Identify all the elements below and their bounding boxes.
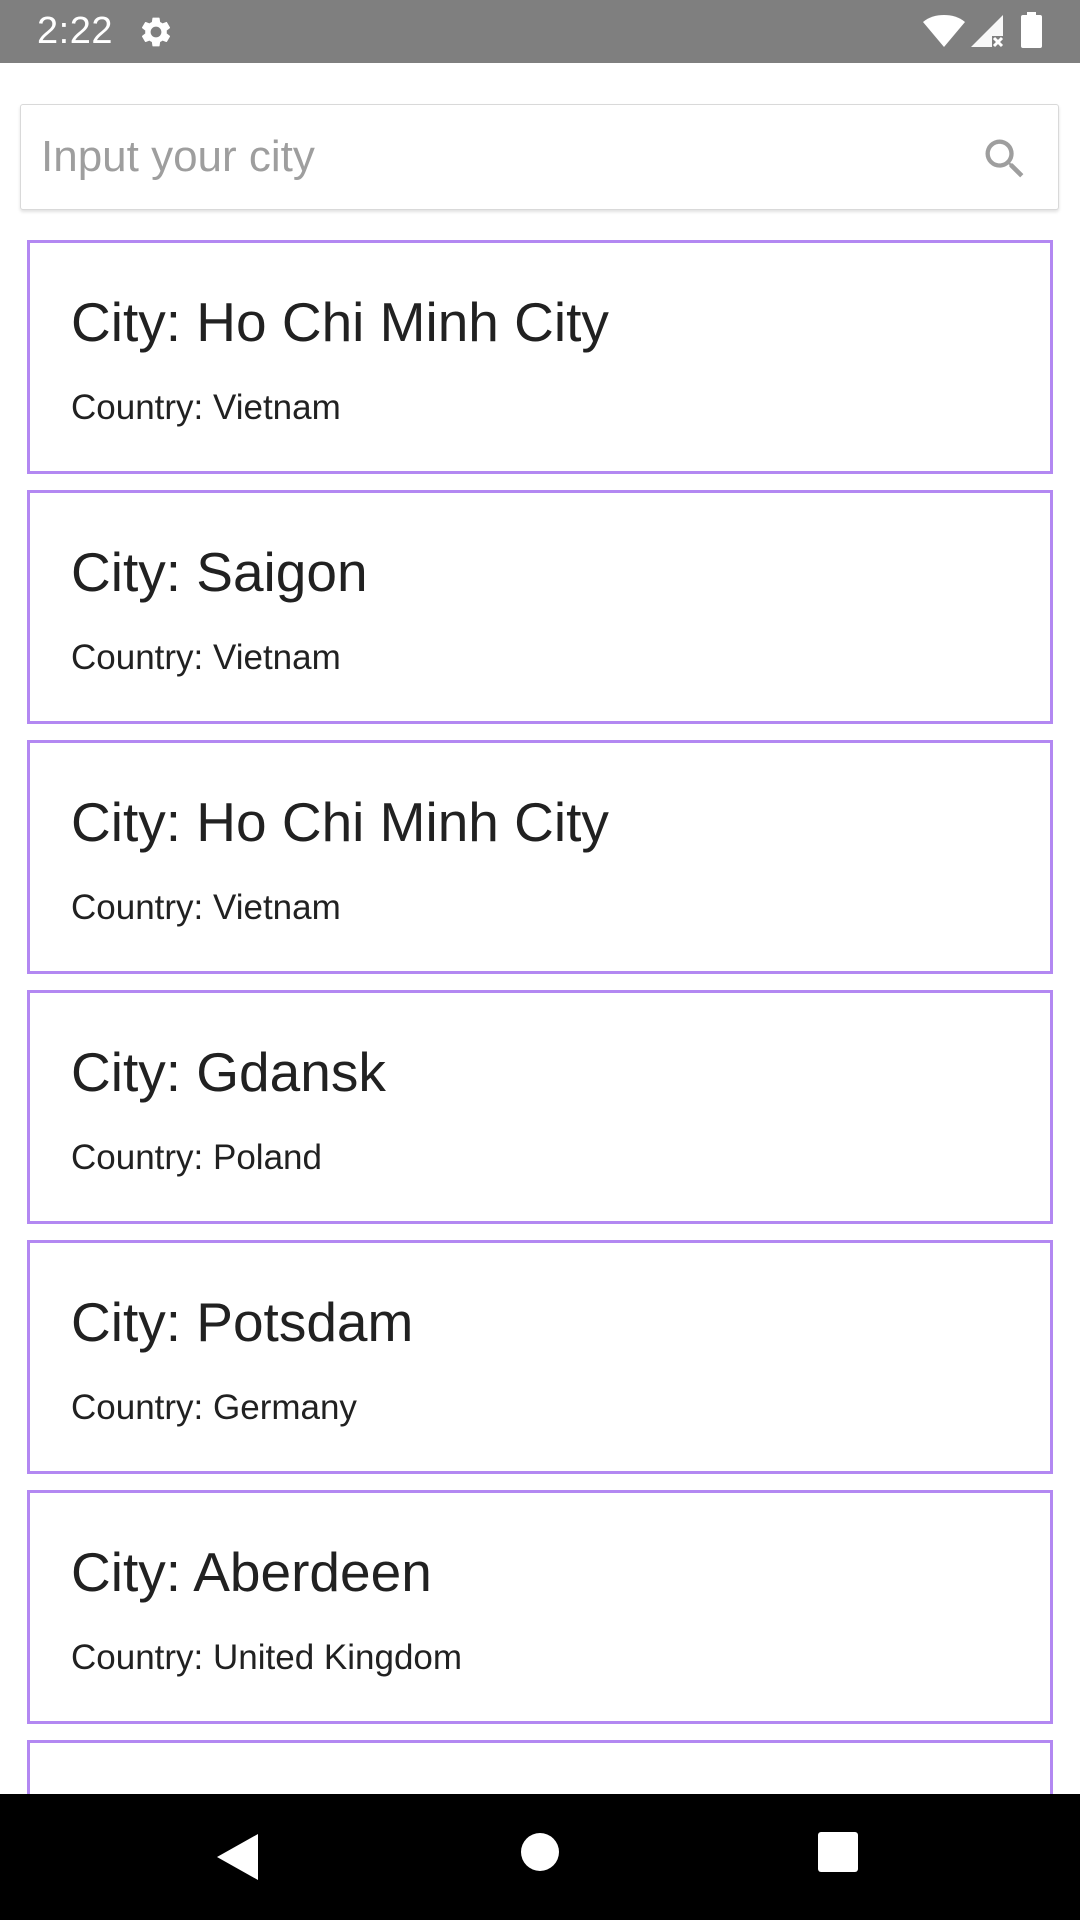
city-name: City: Saigon <box>71 541 368 603</box>
city-country: Country: Poland <box>71 1138 322 1177</box>
city-country: Country: Vietnam <box>71 388 341 427</box>
recents-icon[interactable] <box>817 1831 859 1873</box>
navigation-bar <box>0 1794 1080 1920</box>
city-country: Country: Germany <box>71 1388 357 1427</box>
city-name: City: Ho Chi Minh City <box>71 291 609 353</box>
search-icon[interactable] <box>979 133 1031 185</box>
city-card[interactable]: City: Saigon Country: Vietnam <box>27 490 1053 724</box>
city-country: Country: United Kingdom <box>71 1638 463 1677</box>
battery-icon <box>1021 12 1042 48</box>
city-card[interactable]: City: Ho Chi Minh City Country: Vietnam <box>27 740 1053 974</box>
city-card[interactable] <box>27 1740 1053 1794</box>
city-country: Country: Vietnam <box>71 638 341 677</box>
search-input[interactable] <box>41 105 941 209</box>
city-card[interactable]: City: Ho Chi Minh City Country: Vietnam <box>27 240 1053 474</box>
city-card[interactable]: City: Potsdam Country: Germany <box>27 1240 1053 1474</box>
city-card[interactable]: City: Gdansk Country: Poland <box>27 990 1053 1224</box>
cell-signal-icon <box>971 15 1004 48</box>
city-name: City: Potsdam <box>71 1291 414 1353</box>
city-card[interactable]: City: Aberdeen Country: United Kingdom <box>27 1490 1053 1724</box>
back-icon[interactable] <box>214 1832 260 1882</box>
city-list[interactable]: City: Ho Chi Minh City Country: Vietnam … <box>0 238 1080 1794</box>
city-name: City: Ho Chi Minh City <box>71 791 609 853</box>
search-box[interactable] <box>20 104 1059 210</box>
wifi-icon <box>923 15 965 47</box>
gear-icon <box>141 17 171 47</box>
city-name: City: Gdansk <box>71 1041 386 1103</box>
status-time: 2:22 <box>37 10 113 52</box>
status-bar: 2:22 <box>0 0 1080 63</box>
city-country: Country: Vietnam <box>71 888 341 927</box>
city-name: City: Aberdeen <box>71 1541 432 1603</box>
home-icon[interactable] <box>520 1832 560 1872</box>
